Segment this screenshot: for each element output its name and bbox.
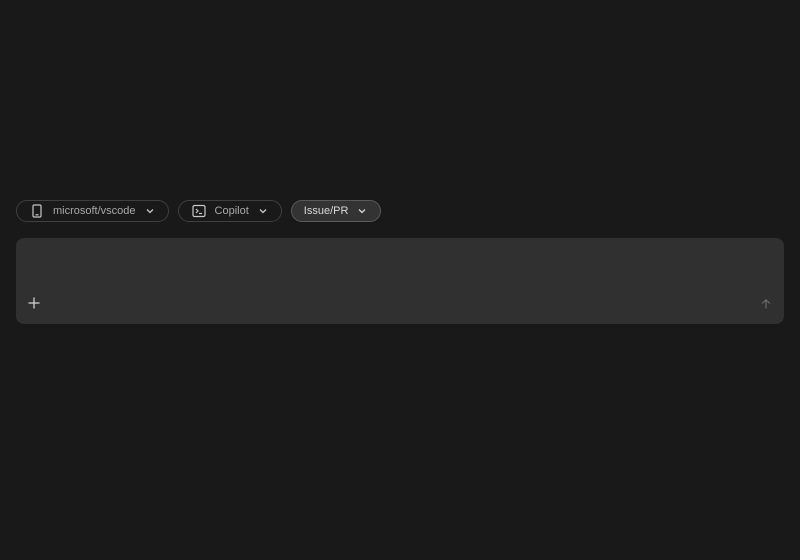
chat-input[interactable] bbox=[28, 248, 772, 292]
issue-pr-selector[interactable]: Issue/PR bbox=[290, 200, 382, 222]
agent-selector-label: Copilot bbox=[214, 205, 249, 217]
plus-icon bbox=[27, 296, 41, 315]
context-selectors: microsoft/vscode Copilot Issue/PR bbox=[16, 200, 382, 222]
add-context-button[interactable] bbox=[25, 296, 43, 314]
device-icon bbox=[29, 203, 45, 219]
arrow-up-icon bbox=[760, 297, 772, 315]
chevron-down-icon bbox=[356, 205, 368, 217]
agent-selector[interactable]: Copilot bbox=[177, 200, 282, 222]
send-button[interactable] bbox=[757, 297, 775, 315]
repository-selector[interactable]: microsoft/vscode bbox=[16, 200, 169, 222]
issue-pr-selector-label: Issue/PR bbox=[303, 205, 349, 217]
chevron-down-icon bbox=[144, 205, 156, 217]
repository-selector-label: microsoft/vscode bbox=[53, 205, 136, 217]
chat-panel: microsoft/vscode Copilot Issue/PR bbox=[0, 0, 800, 560]
chat-composer bbox=[16, 238, 784, 324]
terminal-icon bbox=[191, 203, 207, 219]
chevron-down-icon bbox=[257, 205, 269, 217]
